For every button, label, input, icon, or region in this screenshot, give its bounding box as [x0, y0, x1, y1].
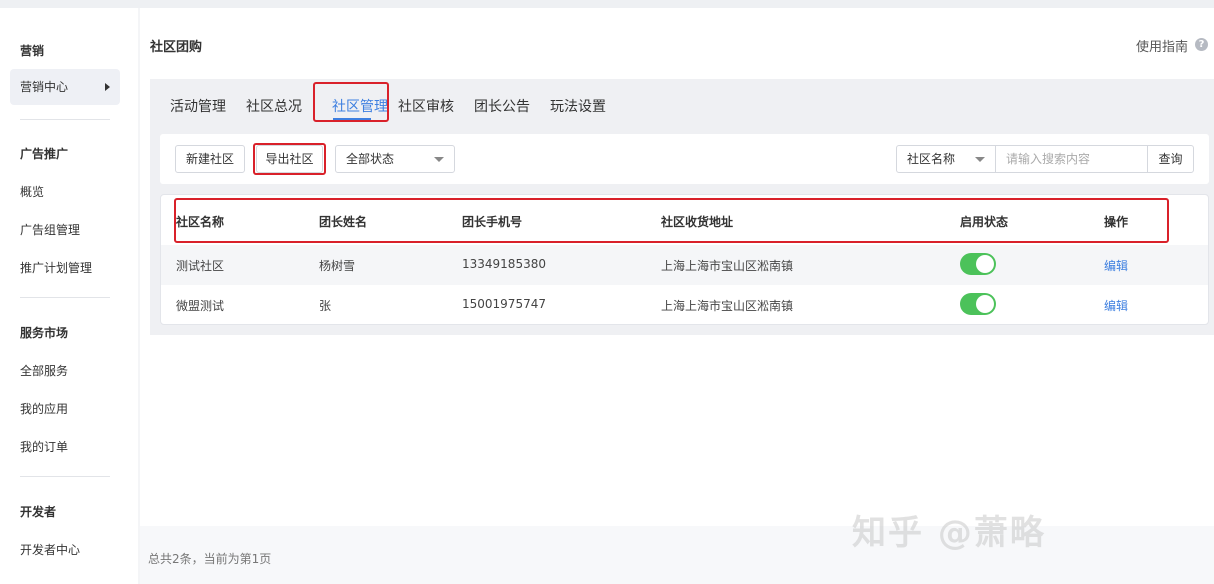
- tab-highlight-box: [313, 82, 389, 122]
- tab-leader-announcement[interactable]: 团长公告: [474, 96, 530, 116]
- search-field-select-value: 社区名称: [907, 152, 956, 166]
- nav-section-marketing: 营销: [20, 44, 45, 58]
- tab-activity-management[interactable]: 活动管理: [170, 96, 226, 116]
- edit-link[interactable]: 编辑: [1104, 297, 1128, 314]
- cell-leader-phone: 15001975747: [462, 297, 546, 311]
- enabled-toggle[interactable]: [960, 293, 996, 315]
- help-guide-link[interactable]: 使用指南: [1136, 36, 1188, 55]
- table-row: 微盟测试 张 15001975747 上海上海市宝山区淞南镇 编辑: [161, 285, 1208, 324]
- sidebar-item-marketing-center[interactable]: 营销中心: [10, 69, 120, 105]
- export-highlight-box: [253, 143, 326, 175]
- nav-section-service-market: 服务市场: [20, 326, 69, 340]
- community-table: 社区名称 团长姓名 团长手机号 社区收货地址 启用状态 操作 测试社区 杨树雪 …: [160, 194, 1209, 325]
- table-row: 测试社区 杨树雪 13349185380 上海上海市宝山区淞南镇 编辑: [161, 245, 1208, 285]
- sidebar-item-campaigns[interactable]: 推广计划管理: [20, 259, 92, 276]
- sidebar: 营销 营销中心 广告推广 概览 广告组管理 推广计划管理 服务市场 全部服务 我…: [0, 8, 138, 584]
- chevron-down-icon: [975, 157, 985, 162]
- sidebar-item-label: 营销中心: [20, 80, 69, 94]
- sidebar-item-overview[interactable]: 概览: [20, 183, 44, 200]
- edit-link[interactable]: 编辑: [1104, 257, 1128, 274]
- sidebar-item-my-orders[interactable]: 我的订单: [20, 438, 68, 455]
- tab-community-review[interactable]: 社区审核: [398, 96, 454, 116]
- toggle-knob: [976, 255, 994, 273]
- nav-section-ads: 广告推广: [20, 147, 69, 161]
- nav-section-developer: 开发者: [20, 505, 57, 519]
- tab-gameplay-settings[interactable]: 玩法设置: [550, 96, 606, 116]
- pagination-summary: 总共2条，当前为第1页: [148, 552, 272, 566]
- cell-leader-name: 张: [319, 299, 332, 313]
- cell-community-name: 微盟测试: [176, 299, 225, 313]
- status-select[interactable]: 全部状态: [335, 145, 455, 173]
- page-title: 社区团购: [150, 40, 203, 55]
- search-field-select[interactable]: 社区名称: [896, 145, 996, 173]
- chevron-down-icon: [434, 157, 444, 162]
- sidebar-item-developer-center[interactable]: 开发者中心: [20, 541, 80, 558]
- toggle-knob: [976, 295, 994, 313]
- sidebar-item-my-apps[interactable]: 我的应用: [20, 400, 68, 417]
- top-strip: [0, 0, 1214, 8]
- cell-community-name: 测试社区: [176, 259, 225, 273]
- cell-leader-phone: 13349185380: [462, 257, 546, 271]
- enabled-toggle[interactable]: [960, 253, 996, 275]
- new-community-button[interactable]: 新建社区: [175, 145, 245, 173]
- toolbar: 新建社区 导出社区 全部状态 社区名称 查询: [160, 134, 1209, 184]
- watermark: 知乎 @萧略: [852, 513, 1046, 553]
- sidebar-divider: [20, 119, 110, 120]
- footer-bar: 总共2条，当前为第1页: [140, 526, 1214, 584]
- sidebar-item-ad-groups[interactable]: 广告组管理: [20, 221, 80, 238]
- query-button[interactable]: 查询: [1147, 145, 1194, 173]
- caret-right-icon: [105, 83, 110, 91]
- main-content: 社区团购 使用指南 ? 活动管理 社区总况 社区管理 社区审核 团长公告 玩法设…: [140, 8, 1214, 584]
- cell-address: 上海上海市宝山区淞南镇: [661, 259, 794, 273]
- sidebar-divider: [20, 297, 110, 298]
- sidebar-item-all-services[interactable]: 全部服务: [20, 362, 68, 379]
- cell-address: 上海上海市宝山区淞南镇: [661, 299, 794, 313]
- status-select-value: 全部状态: [346, 152, 395, 166]
- header-highlight-box: [174, 198, 1169, 243]
- search-input[interactable]: [996, 145, 1148, 173]
- tab-community-overview[interactable]: 社区总况: [246, 96, 302, 116]
- question-icon[interactable]: ?: [1195, 38, 1208, 51]
- content-panel: 活动管理 社区总况 社区管理 社区审核 团长公告 玩法设置 新建社区 导出社区 …: [150, 79, 1214, 335]
- sidebar-divider: [20, 476, 110, 477]
- cell-leader-name: 杨树雪: [319, 259, 356, 273]
